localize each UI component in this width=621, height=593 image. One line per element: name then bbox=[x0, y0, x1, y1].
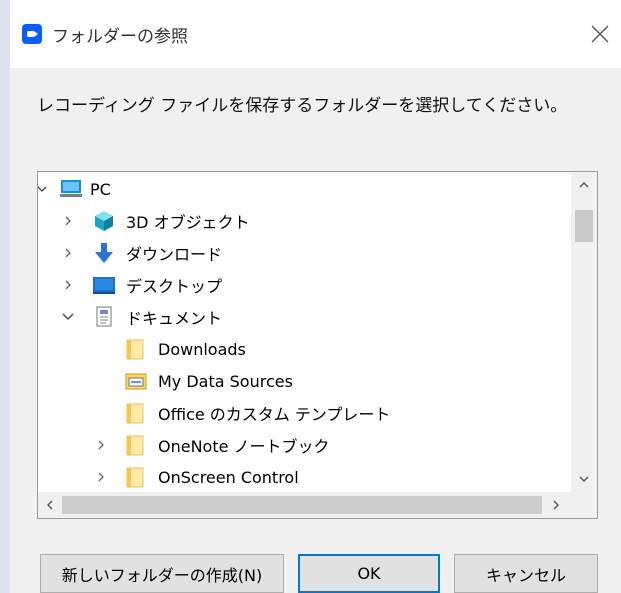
tree-item-label: 3D オブジェクト bbox=[126, 213, 250, 232]
collapse-chevron-icon[interactable] bbox=[60, 301, 76, 333]
folder-icon bbox=[126, 435, 144, 456]
desktop-icon bbox=[93, 277, 115, 294]
tree-item-office-templates[interactable]: Office のカスタム テンプレート bbox=[38, 397, 568, 429]
expand-chevron-icon[interactable] bbox=[93, 461, 109, 493]
pc-icon bbox=[60, 180, 82, 197]
tree-item-label: OnScreen Control bbox=[158, 467, 299, 487]
new-folder-button[interactable]: 新しいフォルダーの作成(N) bbox=[40, 554, 284, 593]
folder-icon bbox=[126, 403, 144, 424]
horizontal-scrollbar[interactable] bbox=[38, 492, 597, 518]
tree-item-downloads-folder[interactable]: Downloads bbox=[38, 333, 568, 365]
scroll-left-arrow-icon[interactable] bbox=[38, 492, 62, 518]
zoom-app-icon bbox=[22, 24, 42, 44]
tree-item-label: デスクトップ bbox=[126, 277, 223, 296]
ok-button[interactable]: OK bbox=[298, 554, 440, 593]
folder-tree[interactable]: PC 3D オブジェクト ダウンロード デスクトップ ドキュメント Downlo… bbox=[37, 171, 598, 519]
tree-item-my-data-sources[interactable]: My Data Sources bbox=[38, 365, 568, 397]
documents-icon bbox=[96, 306, 112, 327]
vertical-scroll-thumb[interactable] bbox=[575, 210, 593, 242]
scroll-right-arrow-icon[interactable] bbox=[544, 492, 568, 518]
expand-chevron-icon[interactable] bbox=[60, 269, 76, 301]
tree-item-onscreen-control[interactable]: OnScreen Control bbox=[38, 461, 568, 493]
instruction-text: レコーディング ファイルを保存するフォルダーを選択してください。 bbox=[37, 96, 568, 116]
window-left-edge bbox=[0, 0, 10, 593]
vertical-scrollbar[interactable] bbox=[571, 172, 597, 492]
tree-item-label: My Data Sources bbox=[158, 371, 293, 391]
close-button[interactable] bbox=[580, 14, 620, 54]
cancel-button[interactable]: キャンセル bbox=[454, 554, 598, 593]
window-title: フォルダーの参照 bbox=[52, 27, 188, 47]
close-icon bbox=[591, 25, 609, 43]
scroll-up-arrow-icon[interactable] bbox=[571, 172, 597, 198]
data-sources-folder-icon bbox=[125, 373, 147, 390]
download-arrow-icon bbox=[95, 243, 113, 263]
folder-icon bbox=[126, 467, 144, 488]
tree-item-onenote-notebooks[interactable]: OneNote ノートブック bbox=[38, 429, 568, 461]
collapse-chevron-icon[interactable] bbox=[38, 173, 50, 205]
tree-item-label: ドキュメント bbox=[126, 309, 223, 328]
tree-item-label: OneNote ノートブック bbox=[158, 437, 330, 456]
expand-chevron-icon[interactable] bbox=[60, 237, 76, 269]
tree-item-label: Office のカスタム テンプレート bbox=[158, 405, 391, 424]
tree-item-downloads[interactable]: ダウンロード bbox=[38, 237, 568, 269]
expand-chevron-icon[interactable] bbox=[93, 429, 109, 461]
tree-item-label: ダウンロード bbox=[126, 245, 223, 264]
tree-item-label: Downloads bbox=[158, 339, 246, 359]
tree-item-pc[interactable]: PC bbox=[38, 173, 568, 205]
3d-objects-icon bbox=[95, 211, 113, 231]
tree-item-label: PC bbox=[90, 179, 111, 199]
folder-icon bbox=[126, 339, 144, 360]
scroll-down-arrow-icon[interactable] bbox=[571, 466, 597, 492]
expand-chevron-icon[interactable] bbox=[60, 205, 76, 237]
title-bar: フォルダーの参照 bbox=[10, 0, 621, 68]
horizontal-scroll-thumb[interactable] bbox=[62, 496, 542, 514]
tree-item-desktop[interactable]: デスクトップ bbox=[38, 269, 568, 301]
tree-item-documents[interactable]: ドキュメント bbox=[38, 301, 568, 333]
tree-item-3d-objects[interactable]: 3D オブジェクト bbox=[38, 205, 568, 237]
